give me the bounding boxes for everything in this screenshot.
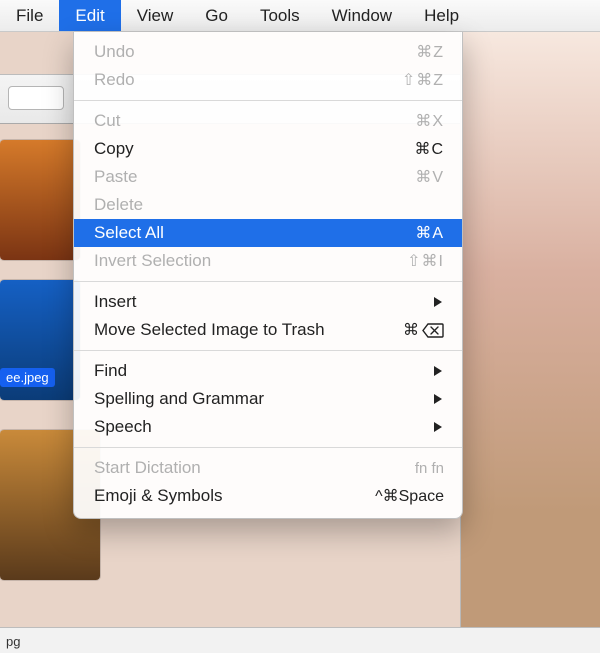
menu-item-label: Insert — [94, 292, 434, 312]
submenu-arrow-icon — [434, 394, 442, 404]
menu-bar: File Edit View Go Tools Window Help — [0, 0, 600, 32]
menu-item-speech[interactable]: Speech — [74, 413, 462, 441]
menu-item-label: Find — [94, 361, 434, 381]
menu-item-shortcut: ⌘ — [403, 320, 444, 340]
menu-item-emoji-symbols[interactable]: Emoji & Symbols ^⌘Space — [74, 482, 462, 510]
shortcut-text: ⌘ — [403, 320, 420, 340]
menu-item-shortcut: fn fn — [415, 460, 444, 477]
menu-item-shortcut: ^⌘Space — [375, 486, 444, 506]
menu-item-delete: Delete — [74, 191, 462, 219]
menu-item-copy[interactable]: Copy ⌘C — [74, 135, 462, 163]
menu-item-label: Undo — [94, 42, 416, 62]
edit-menu-dropdown: Undo ⌘Z Redo ⇧⌘Z Cut ⌘X Copy ⌘C Paste ⌘V… — [73, 32, 463, 519]
menu-item-shortcut: ⌘A — [415, 223, 444, 243]
menu-item-select-all[interactable]: Select All ⌘A — [74, 219, 462, 247]
selected-filename[interactable]: ee.jpeg — [0, 368, 55, 387]
thumbnail[interactable] — [0, 140, 80, 260]
menu-item-insert[interactable]: Insert — [74, 288, 462, 316]
menu-item-label: Start Dictation — [94, 458, 415, 478]
menu-item-spelling-grammar[interactable]: Spelling and Grammar — [74, 385, 462, 413]
menu-item-shortcut: ⇧⌘I — [407, 251, 444, 271]
menu-item-move-to-trash[interactable]: Move Selected Image to Trash ⌘ — [74, 316, 462, 344]
menu-separator — [74, 281, 462, 282]
submenu-arrow-icon — [434, 297, 442, 307]
delete-key-icon — [422, 323, 444, 338]
content-area — [460, 32, 600, 633]
menu-item-invert-selection: Invert Selection ⇧⌘I — [74, 247, 462, 275]
menu-item-label: Move Selected Image to Trash — [94, 320, 403, 340]
menu-item-shortcut: ⌘C — [414, 139, 444, 159]
menu-edit[interactable]: Edit — [59, 0, 120, 31]
menu-item-label: Delete — [94, 195, 444, 215]
menu-item-label: Emoji & Symbols — [94, 486, 375, 506]
menu-item-label: Redo — [94, 70, 402, 90]
submenu-arrow-icon — [434, 422, 442, 432]
menu-tools[interactable]: Tools — [244, 0, 316, 31]
menu-separator — [74, 100, 462, 101]
menu-item-shortcut: ⇧⌘Z — [402, 70, 444, 90]
menu-item-label: Invert Selection — [94, 251, 407, 271]
menu-view[interactable]: View — [121, 0, 190, 31]
menu-item-shortcut: ⌘Z — [416, 42, 444, 62]
menu-window[interactable]: Window — [316, 0, 408, 31]
menu-item-label: Speech — [94, 417, 434, 437]
menu-item-redo: Redo ⇧⌘Z — [74, 66, 462, 94]
status-bar-text: pg — [6, 634, 20, 649]
menu-go[interactable]: Go — [189, 0, 244, 31]
menu-item-shortcut: ⌘V — [415, 167, 444, 187]
menu-item-paste: Paste ⌘V — [74, 163, 462, 191]
menu-item-label: Select All — [94, 223, 415, 243]
menu-item-find[interactable]: Find — [74, 357, 462, 385]
menu-item-shortcut: ⌘X — [415, 111, 444, 131]
menu-item-undo: Undo ⌘Z — [74, 38, 462, 66]
menu-item-label: Paste — [94, 167, 415, 187]
menu-separator — [74, 447, 462, 448]
submenu-arrow-icon — [434, 366, 442, 376]
menu-item-start-dictation: Start Dictation fn fn — [74, 454, 462, 482]
menu-item-label: Cut — [94, 111, 415, 131]
menu-help[interactable]: Help — [408, 0, 475, 31]
menu-item-label: Copy — [94, 139, 414, 159]
search-field-stub[interactable] — [8, 86, 64, 110]
menu-item-cut: Cut ⌘X — [74, 107, 462, 135]
menu-separator — [74, 350, 462, 351]
menu-file[interactable]: File — [0, 0, 59, 31]
status-bar — [0, 627, 600, 653]
menu-item-label: Spelling and Grammar — [94, 389, 434, 409]
